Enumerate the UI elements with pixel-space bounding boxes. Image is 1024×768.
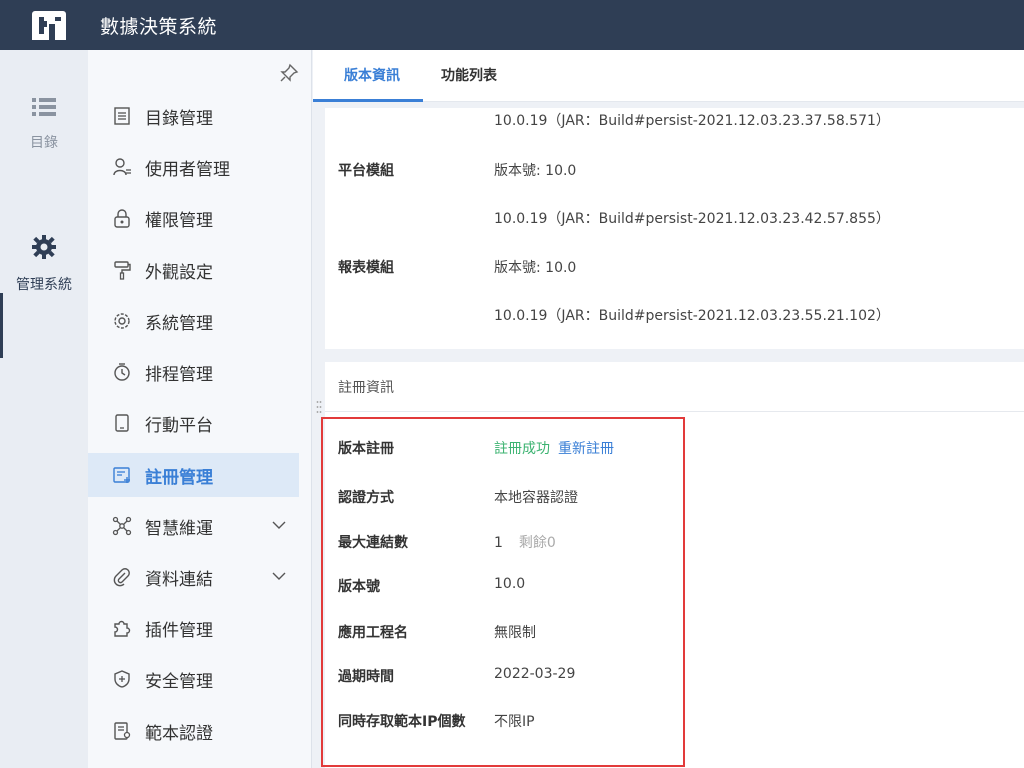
app-title: 數據決策系統 bbox=[100, 16, 218, 38]
user-icon bbox=[113, 158, 131, 176]
menu-item-label: 安全管理 bbox=[145, 671, 213, 692]
status-badge: 註冊成功 bbox=[494, 441, 550, 457]
shield-icon bbox=[114, 670, 130, 688]
register-icon bbox=[113, 467, 130, 483]
paint-roller-icon bbox=[114, 261, 131, 280]
max-connections-value: 1 bbox=[494, 535, 503, 551]
lock-icon bbox=[114, 209, 130, 228]
registration-status: 註冊成功 重新註冊 bbox=[494, 438, 614, 458]
rail-item-admin[interactable]: 管理系統 bbox=[0, 234, 88, 294]
menu-item-label: 系統管理 bbox=[145, 313, 213, 334]
build-info: 10.0.19（JAR：Build#persist-2021.12.03.23.… bbox=[494, 113, 890, 129]
reregister-link[interactable]: 重新註冊 bbox=[558, 441, 614, 457]
row-label: 應用工程名 bbox=[338, 625, 408, 641]
main-content: 版本資訊 功能列表 10.0.19（JAR：Build#persist-2021… bbox=[313, 50, 1024, 768]
menu-item-label: 行動平台 bbox=[145, 415, 213, 436]
menu-item-system[interactable]: 系統管理 bbox=[88, 299, 299, 343]
network-icon bbox=[112, 516, 132, 536]
link-icon bbox=[113, 568, 130, 587]
version-info-card: 10.0.19（JAR：Build#persist-2021.12.03.23.… bbox=[325, 108, 1024, 349]
menu-item-label: 資料連結 bbox=[145, 569, 213, 590]
registration-header: 註冊資訊 bbox=[325, 362, 1024, 412]
chevron-down-icon[interactable] bbox=[271, 568, 287, 584]
module-version: 版本號: 10.0 bbox=[494, 260, 577, 276]
gear-icon bbox=[32, 235, 56, 259]
row-value: 無限制 bbox=[494, 625, 536, 641]
menu-item-users[interactable]: 使用者管理 bbox=[88, 145, 299, 189]
row-value: 10.0 bbox=[494, 576, 526, 592]
row-value: 2022-03-29 bbox=[494, 666, 576, 682]
menu-item-schedule[interactable]: 排程管理 bbox=[88, 350, 299, 394]
menu-item-label: 使用者管理 bbox=[145, 159, 230, 180]
tablet-icon bbox=[115, 414, 129, 432]
rail-item-catalog[interactable]: 目錄 bbox=[0, 96, 88, 152]
registration-card: 註冊資訊 版本註冊 註冊成功 重新註冊 認證方式 本地容器認證 最大連結數 1 剩餘… bbox=[325, 362, 1024, 768]
menu-item-label: 插件管理 bbox=[145, 620, 213, 641]
row-value: 1 剩餘0 bbox=[494, 532, 556, 552]
rail-item-label: 管理系統 bbox=[16, 277, 72, 293]
primary-rail: 目錄 管理系統 bbox=[0, 50, 88, 768]
pin-icon[interactable] bbox=[279, 63, 299, 83]
build-info: 10.0.19（JAR：Build#persist-2021.12.03.23.… bbox=[494, 308, 890, 324]
row-label: 同時存取範本IP個數 bbox=[338, 714, 466, 730]
tab-bar: 版本資訊 功能列表 bbox=[313, 50, 1024, 102]
menu-item-label: 排程管理 bbox=[145, 364, 213, 385]
row-label: 過期時間 bbox=[338, 669, 394, 685]
module-label: 平台模組 bbox=[338, 163, 394, 179]
menu-item-appearance[interactable]: 外觀設定 bbox=[88, 248, 299, 292]
row-label: 認證方式 bbox=[338, 490, 394, 506]
app-logo[interactable] bbox=[31, 9, 67, 42]
row-label: 版本號 bbox=[338, 579, 380, 595]
menu-item-registration[interactable]: 註冊管理 bbox=[88, 453, 299, 497]
menu-item-template-auth[interactable]: 範本認證 bbox=[88, 709, 299, 753]
tab-feature-list[interactable]: 功能列表 bbox=[425, 50, 513, 102]
row-label: 最大連結數 bbox=[338, 535, 408, 551]
remaining-connections: 剩餘0 bbox=[518, 535, 556, 551]
settings-icon bbox=[114, 313, 130, 329]
menu-item-security[interactable]: 安全管理 bbox=[88, 657, 299, 701]
resize-handle-icon[interactable] bbox=[316, 400, 322, 414]
menu-item-catalog[interactable]: 目錄管理 bbox=[88, 94, 299, 138]
menu-item-label: 註冊管理 bbox=[145, 467, 213, 488]
section-title: 註冊資訊 bbox=[338, 380, 394, 396]
row-value: 本地容器認證 bbox=[494, 490, 578, 506]
row-value: 不限IP bbox=[494, 714, 535, 730]
menu-item-permissions[interactable]: 權限管理 bbox=[88, 196, 299, 240]
module-version: 版本號: 10.0 bbox=[494, 163, 577, 179]
menu-item-mobile[interactable]: 行動平台 bbox=[88, 401, 299, 445]
top-bar: 數據決策系統 bbox=[0, 0, 1024, 50]
menu-item-label: 外觀設定 bbox=[145, 262, 213, 283]
menu-item-data-connection[interactable]: 資料連結 bbox=[88, 555, 299, 599]
rail-active-indicator bbox=[0, 293, 3, 358]
menu-item-smart-ops[interactable]: 智慧維運 bbox=[88, 504, 299, 548]
build-info: 10.0.19（JAR：Build#persist-2021.12.03.23.… bbox=[494, 211, 890, 227]
tab-version-info[interactable]: 版本資訊 bbox=[328, 50, 416, 102]
puzzle-icon bbox=[114, 620, 131, 637]
menu-item-label: 範本認證 bbox=[145, 723, 213, 744]
row-label: 版本註冊 bbox=[338, 441, 394, 457]
rail-item-label: 目錄 bbox=[30, 135, 58, 151]
certificate-icon bbox=[114, 722, 131, 740]
menu-item-label: 權限管理 bbox=[145, 210, 213, 231]
catalog-icon bbox=[114, 107, 130, 125]
list-icon bbox=[32, 98, 56, 116]
menu-item-label: 智慧維運 bbox=[145, 518, 213, 539]
menu-item-plugins[interactable]: 插件管理 bbox=[88, 606, 299, 650]
chevron-down-icon[interactable] bbox=[271, 517, 287, 533]
active-tab-indicator bbox=[313, 99, 423, 102]
module-label: 報表模組 bbox=[338, 260, 394, 276]
timer-icon bbox=[114, 363, 130, 381]
menu-item-label: 目錄管理 bbox=[145, 108, 213, 129]
